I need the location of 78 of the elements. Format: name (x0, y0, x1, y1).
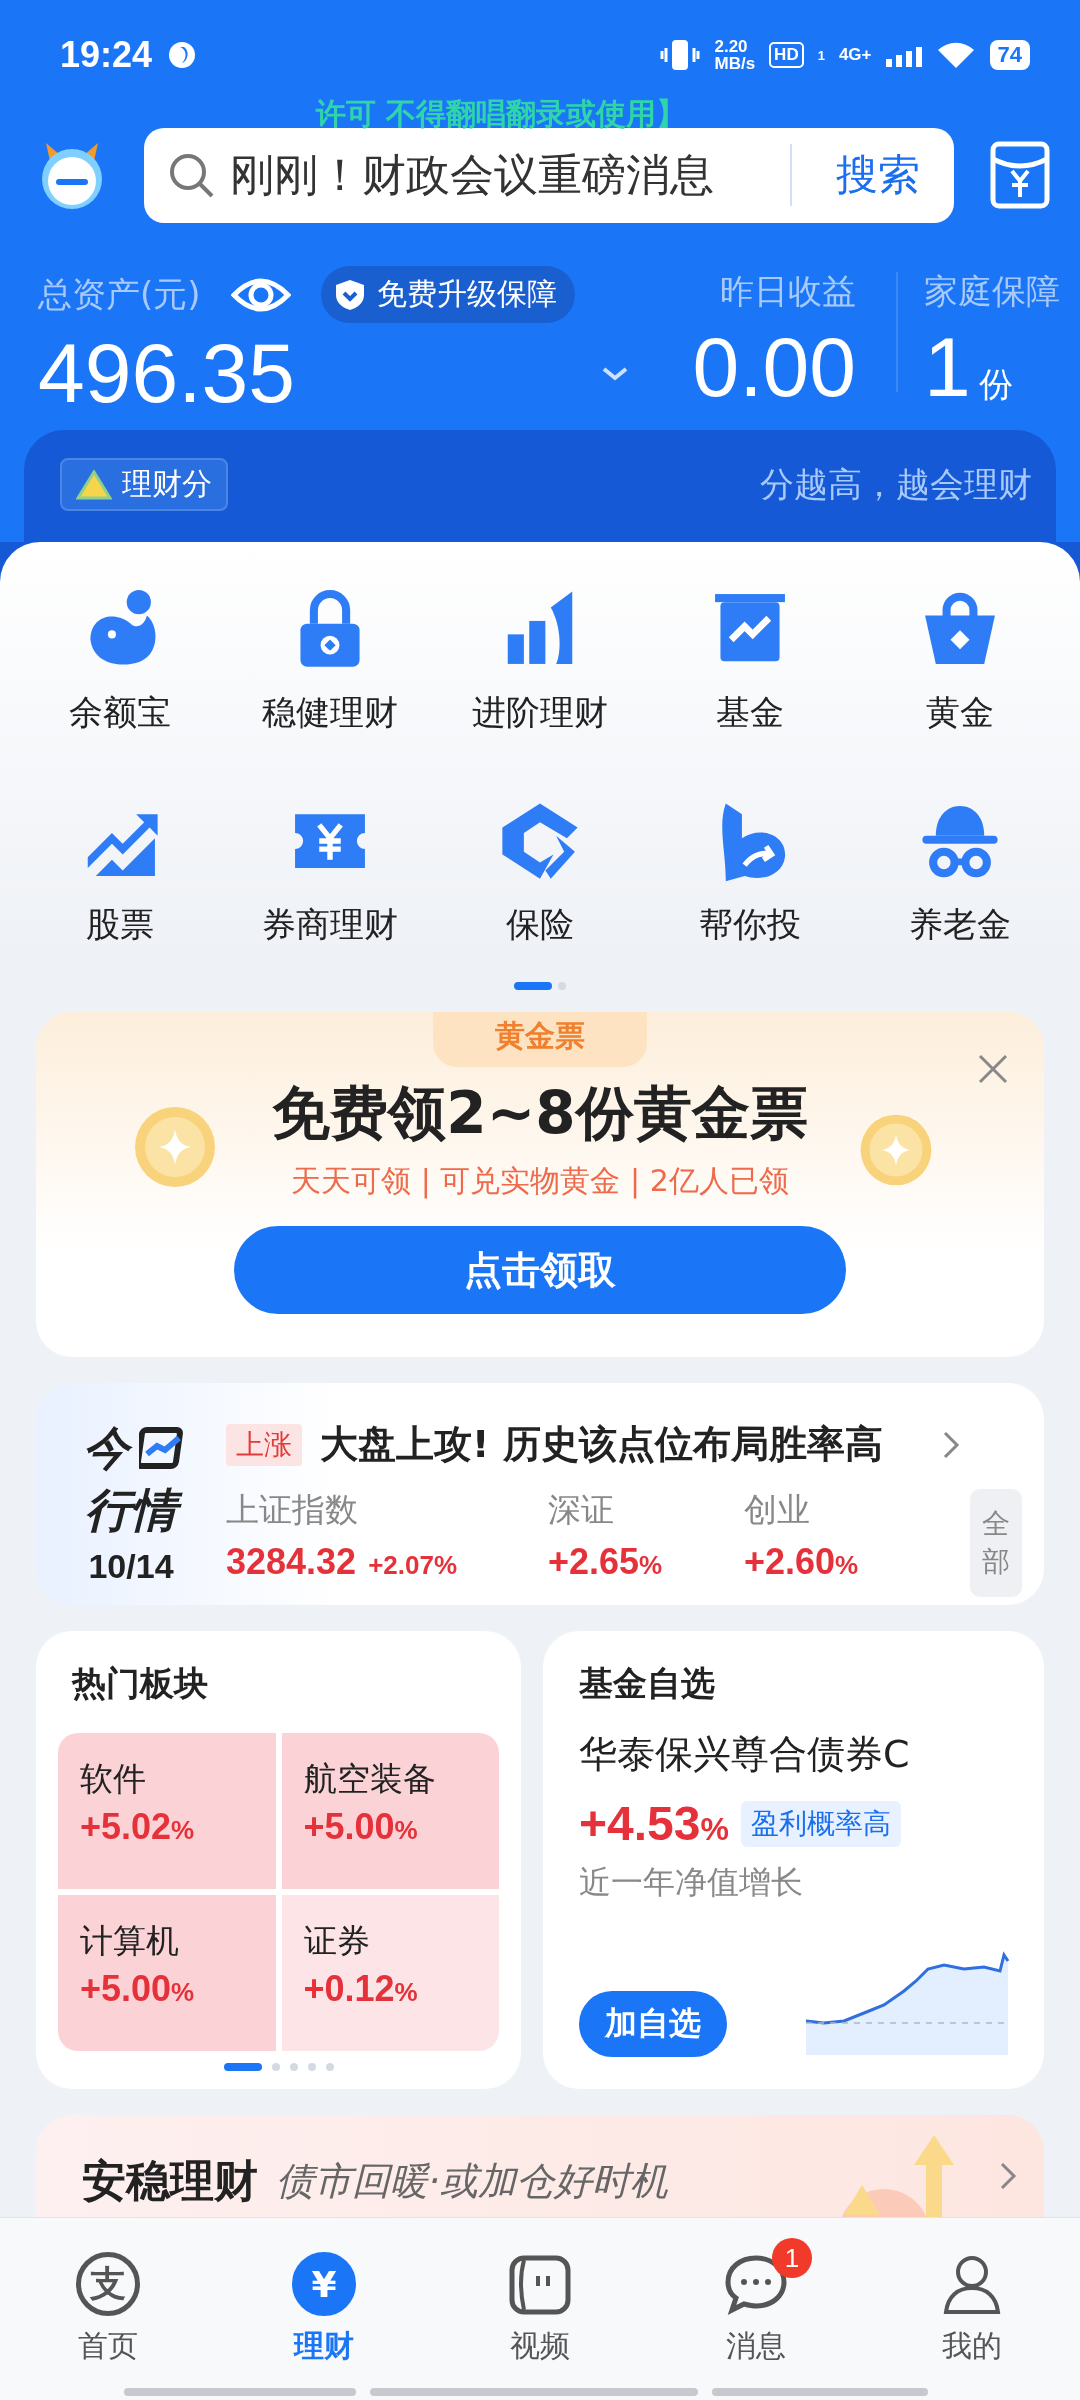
claim-button[interactable]: 点击领取 (234, 1226, 846, 1314)
market-logo-text: 今 (77, 1417, 135, 1479)
tab[interactable]: 视频 (432, 2218, 648, 2400)
search-suggestion: 刚刚！财政会议重磅消息 (230, 147, 715, 202)
market-headline[interactable]: 大盘上攻! 历史该点位布局胜率高 (320, 1419, 883, 1470)
index-change: +2.65% (548, 1541, 664, 1583)
card-title: 基金自选 (579, 1663, 715, 1703)
moon-icon (168, 41, 197, 69)
tab[interactable]: 我的 (864, 2218, 1080, 2400)
triangle-icon (76, 469, 112, 500)
shortcut-label[interactable]: 养老金 (909, 902, 1011, 948)
steady-wealth-card[interactable]: 安稳理财 债市回暖·或加仓好时机 (36, 2115, 1044, 2219)
yesterday-earnings-value: 0.00 (692, 319, 856, 416)
family-protection-label: 家庭保障 (924, 269, 1060, 313)
score-banner[interactable]: 理财分 分越高，越会理财 (24, 430, 1056, 542)
fund-tag: 盈利概率高 (740, 1800, 901, 1847)
sector-tile[interactable]: 计算机 +5.00% (58, 1895, 276, 2051)
network-type: 4G+ (838, 45, 872, 65)
fund-name[interactable]: 华泰保兴尊合债券C (579, 1729, 1020, 1780)
network-speed: 2.20 (714, 38, 749, 55)
shortcut-label[interactable]: 余额宝 (69, 690, 171, 736)
family-protection-unit: 份 (978, 364, 1013, 405)
notification-badge: 1 (772, 2238, 812, 2278)
coin-icon (858, 1112, 934, 1188)
sim-number: 1 (817, 47, 825, 63)
yesterday-earnings-label: 昨日收益 (720, 269, 856, 313)
ticket-tag: 黄金票 (433, 1012, 647, 1067)
index-change: +2.07% (368, 1550, 458, 1580)
index-name: 创业 (744, 1489, 811, 1531)
shortcut-label[interactable]: 帮你投 (699, 902, 801, 948)
section-subtitle: 债市回暖·或加仓好时机 (276, 2159, 669, 2205)
index-name: 深证 (548, 1489, 615, 1531)
add-watchlist-button[interactable]: 加自选 (579, 1991, 727, 2057)
sector-tile[interactable]: 软件 +5.02% (58, 1733, 276, 1889)
index-change: +2.60% (744, 1541, 860, 1583)
card-title: 热门板块 (70, 1663, 208, 1703)
chevron-right-icon[interactable] (998, 2161, 1018, 2191)
vibrate-icon (660, 38, 701, 72)
envelope-icon[interactable] (990, 141, 1050, 209)
shortcut-label[interactable]: 稳健理财 (262, 690, 398, 736)
close-icon[interactable] (978, 1054, 1008, 1084)
promo-subtitle: 天天可领 | 可兑实物黄金 | 2亿人已领 (291, 1162, 789, 1201)
total-assets-label: 总资产(元) (38, 272, 201, 316)
shortcut-label[interactable]: 券商理财 (262, 902, 398, 948)
family-protection-value: 1 (924, 319, 971, 416)
shield-icon (334, 278, 365, 311)
promo-title: 免费领2~8份黄金票 (272, 1078, 808, 1149)
tab-icon: ¥ (292, 2252, 356, 2316)
shortcut-label[interactable]: 保险 (506, 902, 574, 948)
section-title: 安稳理财 (82, 2155, 258, 2208)
shortcut-label[interactable]: 黄金 (926, 690, 994, 736)
return-caption: 近一年净值增长 (579, 1862, 804, 1903)
index-value: 3284.32 (226, 1541, 357, 1582)
shortcut-label[interactable]: 进阶理财 (472, 690, 608, 736)
shortcut-label[interactable]: 基金 (716, 690, 784, 736)
speed-unit: MB/s (714, 55, 756, 72)
market-date: 10/14 (88, 1547, 174, 1586)
score-hint: 分越高，越会理财 (760, 463, 1032, 506)
sector-tile[interactable]: 证券 +0.12% (281, 1895, 499, 2051)
fund-return: +4.53% (579, 1796, 729, 1851)
shortcut-label[interactable]: 股票 (86, 902, 154, 948)
tab-icon: 支 (76, 2252, 140, 2316)
search-button[interactable]: 搜索 (822, 147, 934, 203)
upgrade-badge[interactable]: 免费升级保障 (320, 266, 575, 323)
market-logo-text: 行情 (79, 1479, 183, 1541)
chevron-down-icon[interactable] (600, 366, 629, 382)
index-name: 上证指数 (226, 1489, 359, 1531)
battery-level: 74 (989, 40, 1030, 70)
search-icon (168, 152, 214, 198)
market-card[interactable]: 今 行情 10/14 上涨 大盘上攻! 历史该点位布局胜率高 上证指数 3284.32 +2.07% 深证 +2.65% 创业 +2.60% 全部 (36, 1383, 1044, 1605)
sector-tile[interactable]: 航空装备 +5.00% (281, 1733, 499, 1889)
clock: 19:24 (60, 34, 153, 76)
score-badge[interactable]: 理财分 (60, 458, 228, 511)
hd-indicator: HD (769, 42, 804, 68)
coin-icon (132, 1104, 218, 1190)
total-assets-value: 496.35 (38, 325, 296, 422)
rise-tag: 上涨 (226, 1423, 302, 1466)
chart-logo-icon (139, 1426, 185, 1470)
